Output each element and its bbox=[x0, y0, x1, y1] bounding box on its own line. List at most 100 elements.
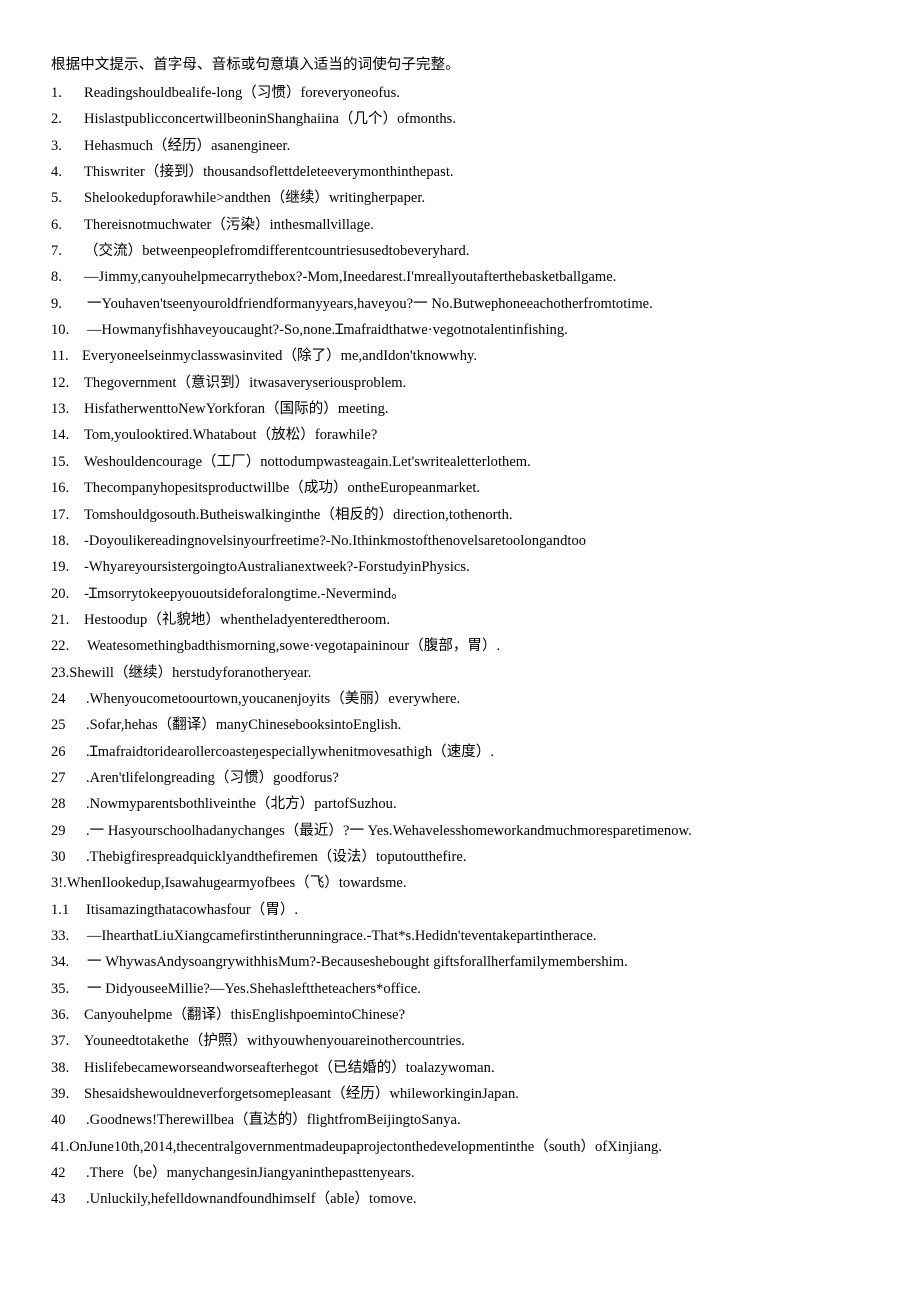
question-item: 34. 一 WhywasAndysoangrywithhisMum?-Becaus… bbox=[51, 949, 880, 975]
question-item: 6. Thereisnotmuchwater（污染）inthesmallvilla… bbox=[51, 212, 880, 238]
question-item: 5. Shelookedupforawhile>andthen（继续）writin… bbox=[51, 185, 880, 211]
question-text: .Thebigfirespreadquicklyandthefiremen（设法… bbox=[86, 848, 467, 865]
question-text: .Nowmyparentsbothliveinthe（北方）partofSuzh… bbox=[86, 796, 397, 813]
question-number: 29 bbox=[51, 822, 66, 839]
question-number: 10. bbox=[51, 322, 70, 339]
question-number: 42 bbox=[51, 1165, 66, 1182]
question-item: 1. Readingshouldbealife-long（习惯）foreveryo… bbox=[51, 80, 880, 106]
question-number: 21. bbox=[51, 611, 70, 628]
question-text: .Whenyoucometoourtown,youcanenjoyits（美丽）… bbox=[86, 690, 461, 707]
question-number: 6. bbox=[51, 216, 62, 233]
question-number: 37. bbox=[51, 1033, 70, 1050]
question-number: 22. bbox=[51, 638, 70, 655]
question-number: 13. bbox=[51, 401, 70, 418]
question-item: 37. Youneedtotakethe（护照）withyouwhenyouare… bbox=[51, 1028, 880, 1054]
question-number: 25 bbox=[51, 717, 66, 734]
question-text: —Jimmy,canyouhelpmecarrythebox?-Mom,Inee… bbox=[84, 269, 617, 286]
question-text: Readingshouldbealife-long（习惯）foreveryone… bbox=[84, 85, 400, 101]
question-item: 39. Shesaidshewouldneverforgetsomepleasan… bbox=[51, 1081, 880, 1107]
question-item: 12. Thegovernment（意识到）itwasaveryseriouspr… bbox=[51, 370, 880, 396]
question-text: Tomshouldgosouth.Butheiswalkinginthe（相反的… bbox=[84, 506, 513, 523]
question-number: 41. bbox=[51, 1138, 70, 1155]
question-number: 34. bbox=[51, 954, 70, 971]
question-item: 35. 一 DidyouseeMillie?—Yes.Shehasleftthet… bbox=[51, 976, 880, 1002]
question-number: 12. bbox=[51, 374, 70, 391]
question-text: -WhyareyoursistergoingtoAustralianextwee… bbox=[84, 559, 470, 576]
question-number: 43 bbox=[51, 1191, 66, 1208]
question-item: 7. （交流）betweenpeoplefromdifferentcountrie… bbox=[51, 238, 880, 264]
question-number: 15. bbox=[51, 453, 70, 470]
question-number: 16. bbox=[51, 480, 70, 497]
question-item: 10. —Howmanyfishhaveyoucaught?-So,none.Ɪm… bbox=[51, 317, 880, 343]
question-text: Thereisnotmuchwater（污染）inthesmallvillage… bbox=[84, 216, 374, 233]
question-text: Shesaidshewouldneverforgetsomepleasant（经… bbox=[84, 1086, 519, 1103]
question-text: 一Youhaven'tseenyouroldfriendformanyyears… bbox=[87, 295, 653, 312]
question-text: 一 WhywasAndysoangrywithhisMum?-Becausesh… bbox=[87, 954, 628, 971]
question-item: 25 .Sofar,hehas（翻译）manyChinesebooksintoEn… bbox=[51, 712, 880, 738]
question-number: 11. bbox=[51, 348, 69, 365]
question-text: WhenIlookedup,Isawahugearmyofbees（飞）towa… bbox=[66, 875, 407, 892]
question-item: 36. Canyouhelpme（翻译）thisEnglishpoemintoCh… bbox=[51, 1002, 880, 1028]
question-item: 24 .Whenyoucometoourtown,youcanenjoyits（美… bbox=[51, 686, 880, 712]
question-text: HislastpublicconcertwillbeoninShanghaiin… bbox=[84, 111, 456, 128]
question-text: —Howmanyfishhaveyoucaught?-So,none.Ɪmafr… bbox=[87, 322, 568, 339]
question-number: 1.1 bbox=[51, 901, 70, 918]
question-item: 17. Tomshouldgosouth.Butheiswalkinginthe（… bbox=[51, 502, 880, 528]
question-item: 30 .Thebigfirespreadquicklyandthefiremen（… bbox=[51, 844, 880, 870]
question-number: 23. bbox=[51, 664, 70, 681]
question-number: 30 bbox=[51, 848, 66, 865]
question-item: 8. —Jimmy,canyouhelpmecarrythebox?-Mom,In… bbox=[51, 264, 880, 290]
question-text: Thegovernment（意识到）itwasaveryseriousprobl… bbox=[84, 374, 407, 391]
question-text: 一 DidyouseeMillie?—Yes.Shehaslefttheteac… bbox=[87, 980, 421, 997]
question-text: HisfatherwenttoNewYorkforan（国际的）meeting. bbox=[84, 401, 389, 418]
question-item: 21. Hestoodup（礼貌地）whentheladyenteredthero… bbox=[51, 607, 880, 633]
question-text: Itisamazingthatacowhasfour（胃）. bbox=[86, 901, 299, 918]
question-text: .Aren'tlifelongreading（习惯）goodforus? bbox=[86, 769, 339, 786]
question-item: 11. Everyoneelseinmyclasswasinvited（除了）me… bbox=[51, 343, 880, 369]
question-text: OnJune10th,2014,thecentralgovernmentmade… bbox=[69, 1138, 663, 1155]
question-text: .Goodnews!Therewillbea（直达的）flightfromBei… bbox=[86, 1112, 461, 1129]
question-text: .一 Hasyourschoolhadanychanges（最近）?一 Yes.… bbox=[86, 822, 692, 839]
question-item: 19. -WhyareyoursistergoingtoAustralianext… bbox=[51, 554, 880, 580]
question-number: 33. bbox=[51, 928, 70, 944]
question-number: 26 bbox=[51, 743, 66, 760]
question-item: 23. Shewill（继续）herstudyforanotheryear. bbox=[51, 660, 880, 686]
question-text: Thiswriter（接到）thousandsoflettdeleteevery… bbox=[84, 164, 454, 181]
question-text: Thecompanyhopesitsproductwillbe（成功）onthe… bbox=[84, 480, 481, 497]
question-text: Everyoneelseinmyclasswasinvited（除了）me,an… bbox=[82, 348, 478, 365]
question-number: 17. bbox=[51, 506, 70, 523]
question-number: 9. bbox=[51, 295, 62, 312]
question-item: 28 .Nowmyparentsbothliveinthe（北方）partofSu… bbox=[51, 791, 880, 817]
question-item: 4. Thiswriter（接到）thousandsoflettdeleteeve… bbox=[51, 159, 880, 185]
question-text: Weshouldencourage（工厂）nottodumpwasteagain… bbox=[84, 453, 531, 470]
question-item: 3. Hehasmuch（经历）asanengineer. bbox=[51, 133, 880, 159]
question-number: 39. bbox=[51, 1086, 70, 1103]
question-text: Shewill（继续）herstudyforanotheryear. bbox=[69, 664, 312, 681]
question-number: 8. bbox=[51, 269, 62, 286]
question-text: Tom,youlooktired.Whatabout（放松）forawhile? bbox=[84, 427, 378, 444]
question-text: Hestoodup（礼貌地）whentheladyenteredtheroom. bbox=[84, 611, 391, 628]
question-number: 20. bbox=[51, 585, 70, 602]
question-number: 24 bbox=[51, 690, 66, 707]
question-number: 35. bbox=[51, 980, 70, 997]
question-item: 13. HisfatherwenttoNewYorkforan（国际的）meeti… bbox=[51, 396, 880, 422]
question-text: Weatesomethingbadthismorning,sowe·vegota… bbox=[87, 638, 501, 655]
question-number: 3. bbox=[51, 137, 62, 154]
question-item: 14. Tom,youlooktired.Whatabout（放松）forawhi… bbox=[51, 422, 880, 448]
question-text: .Sofar,hehas（翻译）manyChinesebooksintoEngl… bbox=[86, 717, 402, 734]
question-item: 26 .Ɪmafraidtoridearollercoasteŋespeciall… bbox=[51, 739, 880, 765]
question-number: 18. bbox=[51, 532, 70, 549]
question-text: Shelookedupforawhile>andthen（继续）writingh… bbox=[84, 190, 426, 207]
question-item: 43 .Unluckily,hefelldownandfoundhimself（a… bbox=[51, 1186, 880, 1212]
document-page: 根据中文提示、首字母、音标或句意填入适当的词使句子完整。 1. Readingsh… bbox=[0, 0, 920, 1301]
question-number: 19. bbox=[51, 559, 70, 576]
question-number: 2. bbox=[51, 111, 62, 128]
question-number: 40 bbox=[51, 1112, 66, 1129]
question-number: 4. bbox=[51, 164, 62, 181]
question-number: 7. bbox=[51, 243, 62, 260]
question-item: 42 .There（be）manychangesinJiangyaninthepa… bbox=[51, 1160, 880, 1186]
question-number: 36. bbox=[51, 1007, 70, 1024]
question-item: 18. -Doyoulikereadingnovelsinyourfreetime… bbox=[51, 528, 880, 554]
question-item: 27 .Aren'tlifelongreading（习惯）goodforus? bbox=[51, 765, 880, 791]
question-item: 3!. WhenIlookedup,Isawahugearmyofbees（飞）t… bbox=[51, 870, 880, 896]
